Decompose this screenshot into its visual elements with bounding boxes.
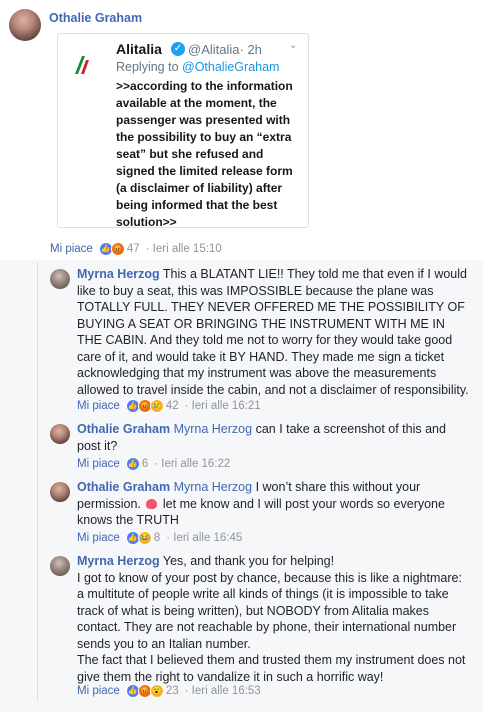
reply-2-meta: Mi piace 👍 6 · Ieri alle 16:22: [77, 457, 231, 471]
avatar-myrna[interactable]: [50, 556, 70, 576]
embedded-tweet-screenshot: Alitalia ✓ @Alitalia· 2h ⌄ Replying to @…: [57, 33, 309, 229]
timestamp[interactable]: Ieri alle 16:22: [161, 458, 230, 470]
tweet-account-name: Alitalia: [116, 41, 162, 57]
reply-author[interactable]: Myrna Herzog: [77, 267, 160, 281]
reply-text: The fact that I believed them and truste…: [77, 653, 466, 684]
alitalia-logo-icon: [75, 56, 89, 74]
like-link[interactable]: Mi piace: [77, 685, 120, 697]
mention-tag[interactable]: Myrna Herzog: [174, 480, 253, 494]
reaction-count[interactable]: 8: [154, 532, 160, 544]
avatar-myrna[interactable]: [50, 269, 70, 289]
reply-4-meta: Mi piace 👍 😡 😮 23 · Ieri alle 16:53: [77, 684, 261, 698]
tweet-replying-to: Replying to @OthalieGraham: [116, 60, 280, 74]
avatar-othalie[interactable]: [50, 482, 70, 502]
avatar-othalie[interactable]: [9, 9, 41, 41]
reply-author[interactable]: Othalie Graham: [77, 480, 170, 494]
reactions-icon[interactable]: 👍 😂: [125, 531, 152, 545]
reply-4: Myrna Herzog Yes, and thank you for help…: [77, 553, 472, 685]
like-link[interactable]: Mi piace: [77, 532, 120, 544]
timestamp[interactable]: Ieri alle 16:21: [192, 400, 261, 412]
like-link[interactable]: Mi piace: [50, 243, 93, 255]
reaction-count[interactable]: 42: [166, 400, 179, 412]
comment-meta: Mi piace 👍 😡 47 · Ieri alle 15:10: [50, 242, 222, 256]
reactions-icon[interactable]: 👍 😡: [98, 242, 125, 256]
timestamp[interactable]: Ieri alle 15:10: [153, 243, 222, 255]
tweet-handle: @Alitalia· 2h: [188, 42, 262, 57]
like-link[interactable]: Mi piace: [77, 458, 120, 470]
reply-text: Yes, and thank you for helping!: [162, 554, 335, 568]
reply-thread-line: [37, 262, 38, 702]
reply-author[interactable]: Othalie Graham: [77, 422, 170, 436]
comment-author[interactable]: Othalie Graham: [49, 11, 142, 25]
reaction-count[interactable]: 47: [127, 243, 140, 255]
reply-text: I got to know of your post by chance, be…: [77, 570, 462, 651]
reply-2: Othalie Graham Myrna Herzog can I take a…: [77, 421, 447, 454]
reply-text: This a BLATANT LIE!! They told me that e…: [77, 267, 469, 397]
verified-badge-icon: ✓: [171, 42, 185, 56]
reply-3-meta: Mi piace 👍 😂 8 · Ieri alle 16:45: [77, 531, 243, 545]
reactions-icon[interactable]: 👍 😡 😢: [125, 399, 164, 413]
heart-emoji-icon: [146, 499, 158, 510]
tweet-text: >>according to the information available…: [116, 79, 293, 229]
mention-tag[interactable]: Myrna Herzog: [174, 422, 253, 436]
reactions-icon[interactable]: 👍 😡 😮: [125, 684, 164, 698]
avatar-othalie[interactable]: [50, 424, 70, 444]
reply-3: Othalie Graham Myrna Herzog I won’t shar…: [77, 479, 452, 529]
reply-1: Myrna Herzog This a BLATANT LIE!! They t…: [77, 266, 472, 398]
like-link[interactable]: Mi piace: [77, 400, 120, 412]
reactions-icon[interactable]: 👍: [125, 457, 140, 471]
reply-author[interactable]: Myrna Herzog: [77, 554, 160, 568]
reaction-count[interactable]: 6: [142, 458, 148, 470]
chevron-down-icon: ⌄: [289, 40, 298, 51]
original-comment: Othalie Graham Alitalia ✓ @Alitalia· 2h …: [0, 0, 483, 260]
reply-1-meta: Mi piace 👍 😡 😢 42 · Ieri alle 16:21: [77, 399, 261, 413]
reaction-count[interactable]: 23: [166, 685, 179, 697]
timestamp[interactable]: Ieri alle 16:45: [173, 532, 242, 544]
timestamp[interactable]: Ieri alle 16:53: [192, 685, 261, 697]
